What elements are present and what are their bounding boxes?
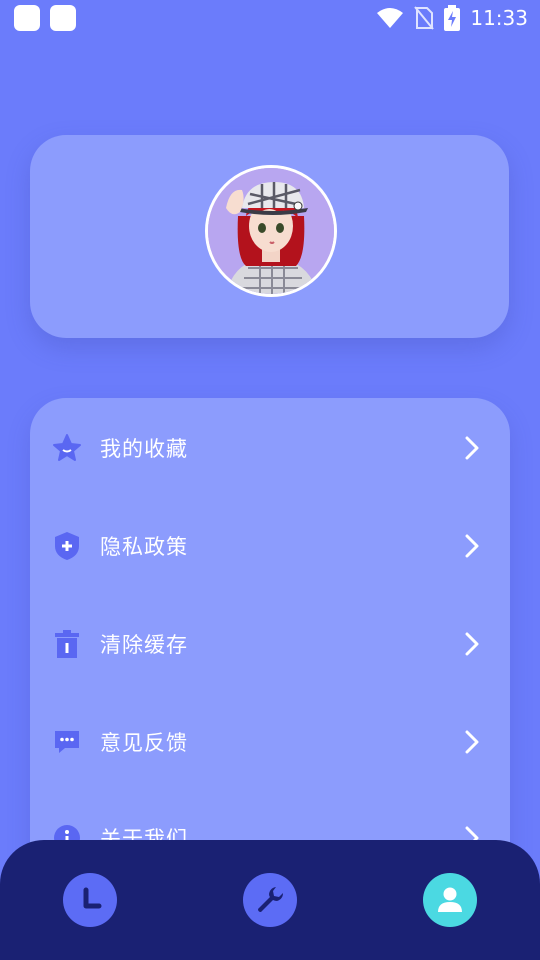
- wifi-icon: [377, 8, 404, 28]
- menu-item-label: 意见反馈: [100, 731, 188, 755]
- shield-icon: [52, 531, 82, 561]
- chat-bubble-icon: [52, 727, 82, 757]
- bottom-nav: [0, 840, 540, 960]
- status-time: 11:33: [470, 6, 528, 30]
- no-sim-icon: [414, 6, 435, 30]
- menu-item-privacy-policy[interactable]: 隐私政策: [30, 511, 510, 581]
- star-icon: [52, 433, 82, 463]
- chevron-right-icon: [465, 534, 479, 558]
- tab-history[interactable]: [63, 873, 117, 927]
- clock-icon: [83, 887, 102, 909]
- chevron-right-icon: [465, 436, 479, 460]
- app-square-icon: [14, 5, 40, 31]
- tab-tools[interactable]: [243, 873, 297, 927]
- trash-icon: [52, 629, 82, 659]
- user-icon: [438, 887, 462, 912]
- wrench-icon: [258, 887, 283, 912]
- chevron-right-icon: [465, 730, 479, 754]
- profile-card: [30, 135, 509, 338]
- chevron-right-icon: [465, 632, 479, 656]
- tab-profile[interactable]: [423, 873, 477, 927]
- avatar-image: [208, 168, 334, 294]
- menu-item-feedback[interactable]: 意见反馈: [30, 707, 510, 777]
- battery-charging-icon: [444, 5, 461, 31]
- app-square-icon: [50, 5, 76, 31]
- menu-item-clear-cache[interactable]: 清除缓存: [30, 609, 510, 679]
- menu-item-favorites[interactable]: 我的收藏: [30, 413, 510, 483]
- menu-item-label: 隐私政策: [100, 535, 188, 559]
- menu-item-label: 我的收藏: [100, 437, 188, 461]
- menu-item-label: 清除缓存: [100, 633, 188, 657]
- avatar[interactable]: [205, 165, 337, 297]
- status-bar: 11:33: [0, 0, 540, 38]
